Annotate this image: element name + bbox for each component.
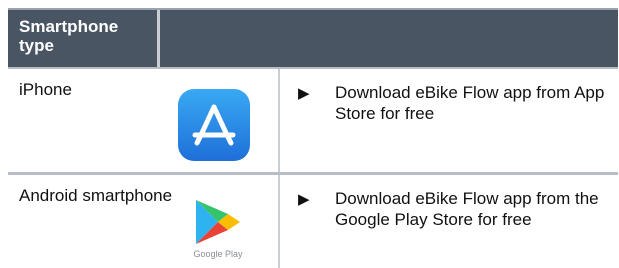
table-header: Smartphone type xyxy=(8,8,618,67)
table-row-android: Android smartphone Google Play ▶ Downloa… xyxy=(8,175,618,268)
google-play-caption: Google Play xyxy=(193,249,243,259)
instruction-text: Download eBike Flow app from the Google … xyxy=(335,189,599,229)
column-divider xyxy=(278,175,280,268)
bullet-arrow-icon: ▶ xyxy=(298,191,310,208)
instruction-text: Download eBike Flow app from App Store f… xyxy=(335,83,605,123)
table-row-iphone: iPhone ▶ Download eBike Flow app from Ap… xyxy=(8,67,618,175)
app-store-icon xyxy=(178,89,250,161)
smartphone-table: Smartphone type iPhone ▶ Download eBike … xyxy=(8,8,618,268)
type-cell: Android smartphone xyxy=(19,186,173,205)
type-cell: iPhone xyxy=(19,80,72,99)
bullet-arrow-icon: ▶ xyxy=(298,85,310,102)
header-smartphone-type: Smartphone type xyxy=(8,10,160,67)
column-divider xyxy=(278,69,280,172)
google-play-icon: Google Play xyxy=(186,194,248,266)
